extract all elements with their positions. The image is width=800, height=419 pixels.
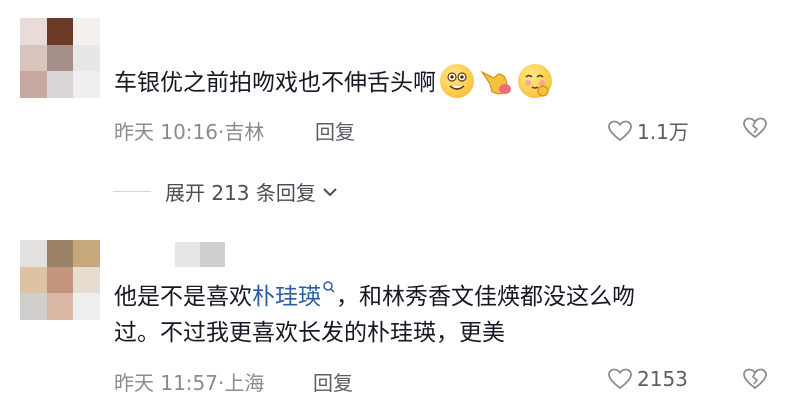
heart-icon [608,120,632,141]
comment-location: 上海 [224,371,265,395]
like-count: 1.1万 [637,120,689,144]
avatar[interactable] [20,18,100,98]
like-button[interactable]: 1.1万 [607,116,689,145]
username[interactable] [175,242,225,267]
search-icon[interactable] [322,280,336,296]
expand-replies-label: 展开 213 条回复 [165,181,316,205]
comment-body: 他是不是喜欢 [114,284,252,310]
grinning-face-emoji [440,64,474,98]
comment-meta: 昨天 11:57·上海 [114,367,264,396]
comment-time: 昨天 10:16 [114,120,218,144]
shy-face-emoji [518,64,552,98]
pointing-hand-emoji [478,64,514,98]
dislike-button[interactable] [742,367,768,395]
chevron-down-icon [323,187,337,196]
broken-heart-icon [743,117,767,139]
comment-body-continued: ，和林秀香文佳煐都没这么吻 [336,284,635,310]
comment-time: 昨天 11:57 [114,371,218,395]
dislike-button[interactable] [742,116,768,144]
reply-button[interactable]: 回复 [315,116,355,145]
heart-icon [608,368,632,390]
comment-body: 车银优之前拍吻戏也不伸舌头啊 [114,70,436,96]
comment-meta: 昨天 10:16·吉林 [114,116,264,145]
comment-location: 吉林 [224,120,265,144]
comment-body-line2: 过。不过我更喜欢长发的朴珪瑛，更美 [114,320,505,346]
comment-text: 车银优之前拍吻戏也不伸舌头啊 [114,62,552,105]
broken-heart-icon [743,368,767,390]
divider-line [113,190,151,193]
reply-button[interactable]: 回复 [313,367,353,396]
comment-text-line2: 过。不过我更喜欢长发的朴珪瑛，更美 [114,312,505,355]
avatar[interactable] [20,240,100,320]
like-count: 2153 [637,367,688,391]
expand-replies-button[interactable]: 展开 213 条回复 [113,177,340,206]
mention-link[interactable]: 朴珪瑛 [252,284,321,310]
like-button[interactable]: 2153 [607,367,688,391]
